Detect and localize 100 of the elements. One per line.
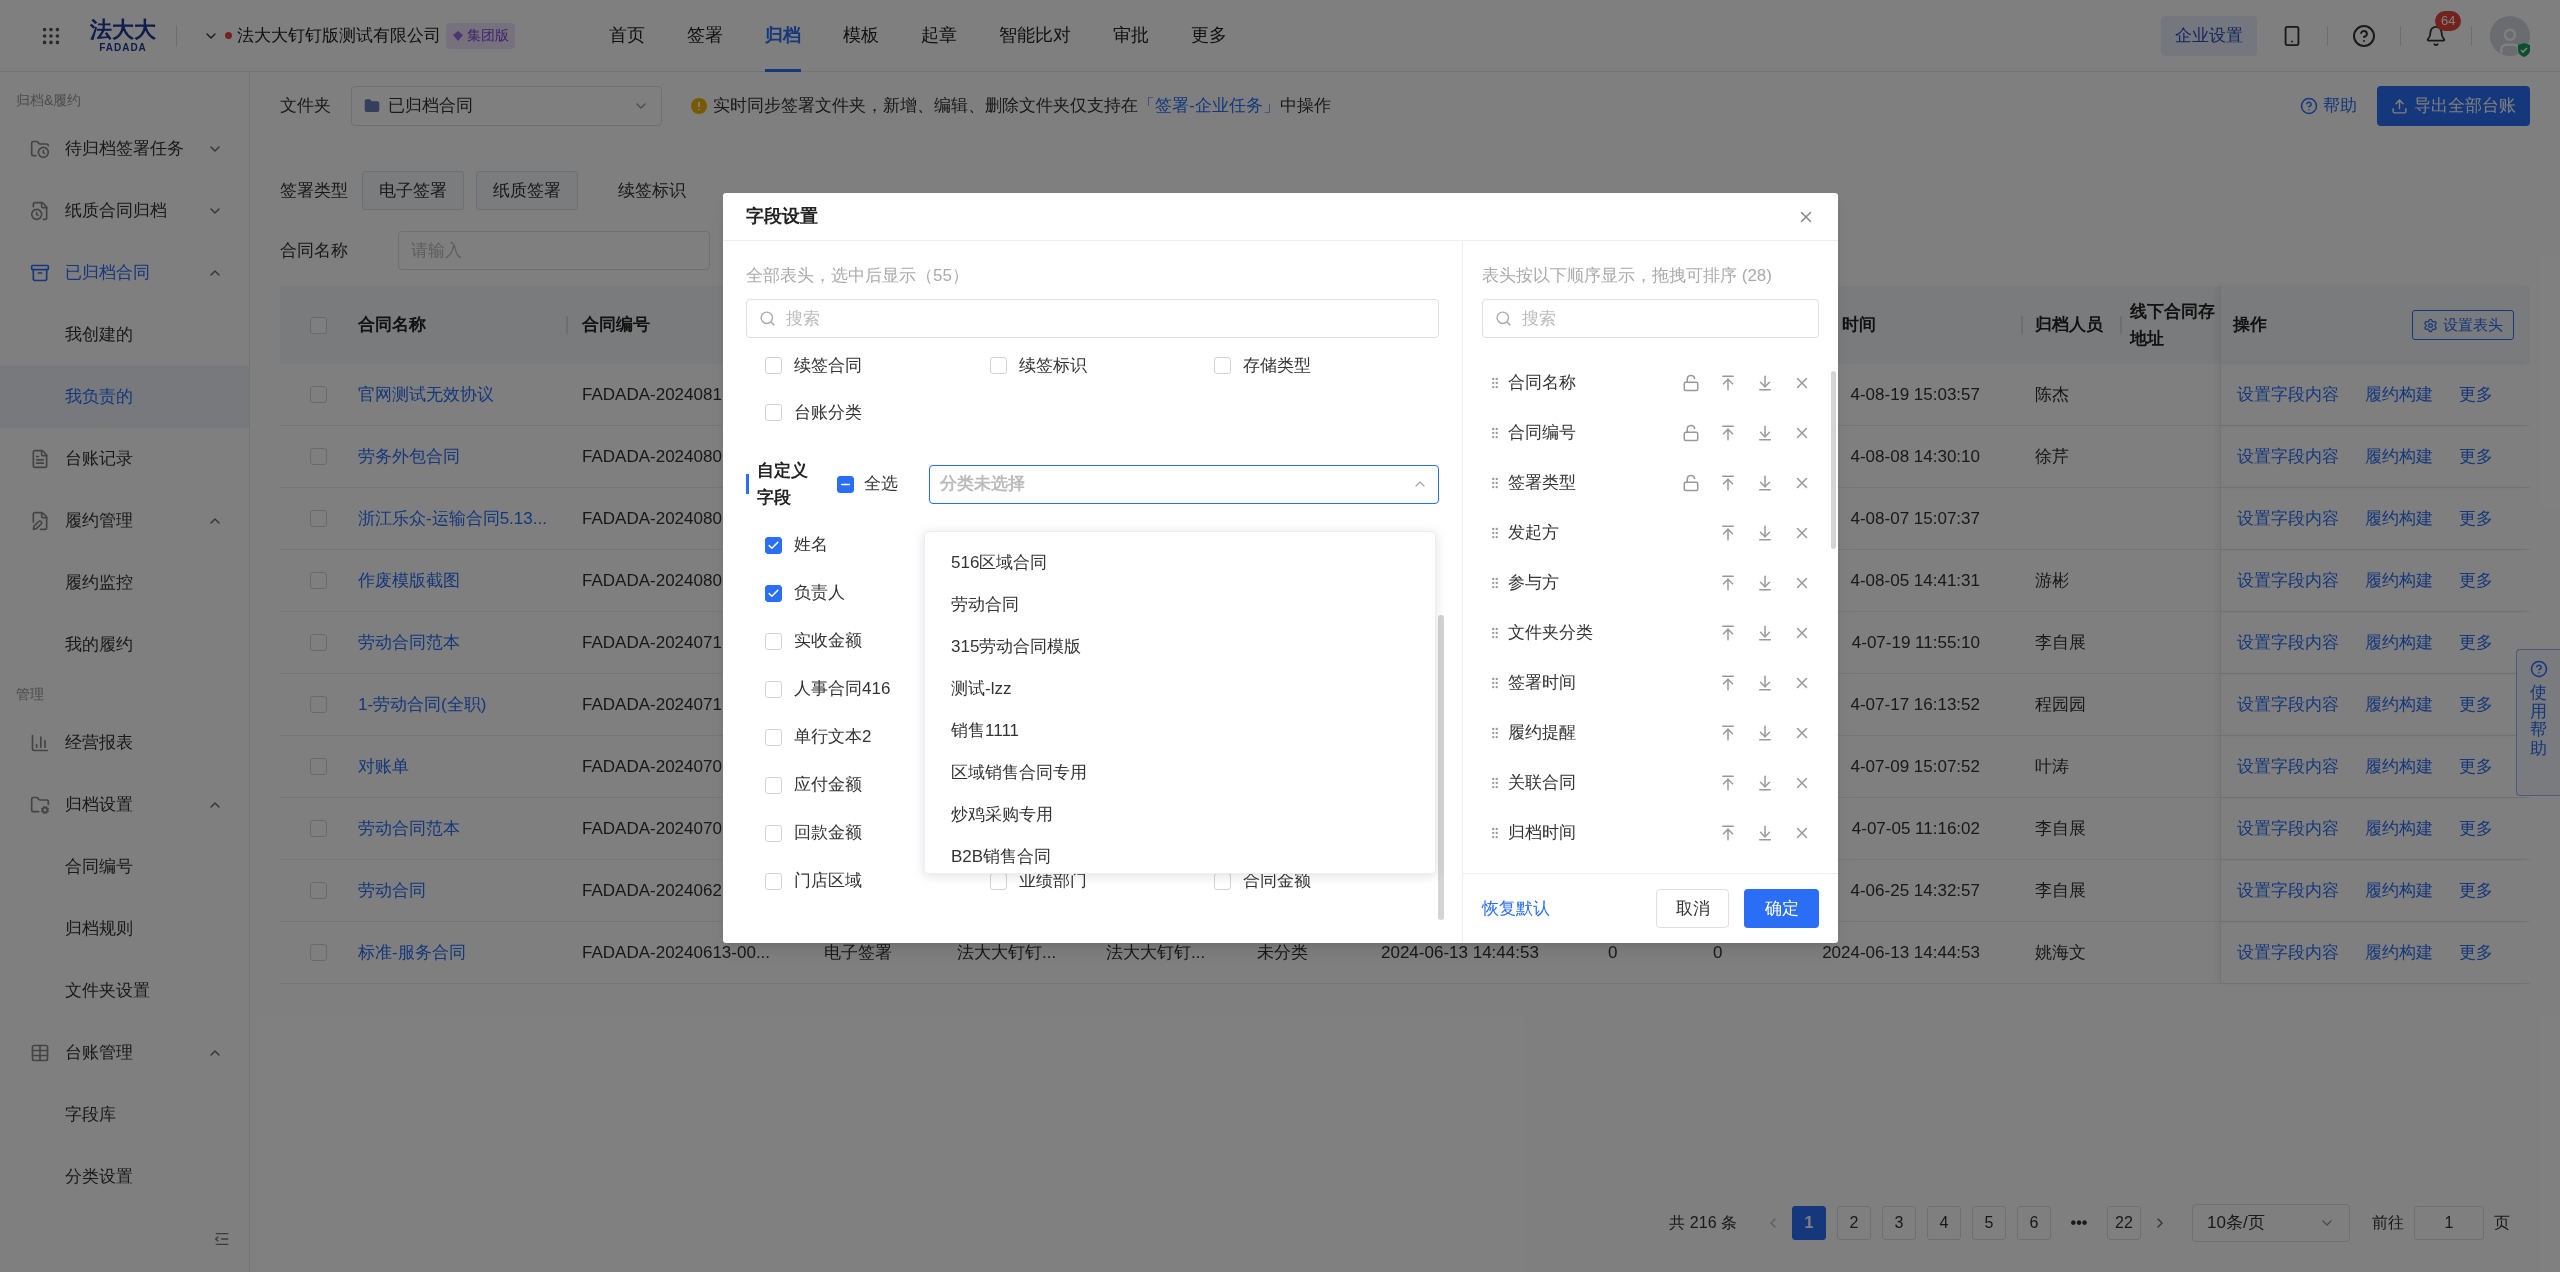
avatar[interactable] — [2490, 15, 2530, 56]
scrollbar[interactable] — [1831, 371, 1836, 549]
sidebar-subitem[interactable]: 履约监控 — [0, 552, 249, 614]
filter-chip[interactable]: 纸质签署 — [476, 171, 578, 210]
move-to-bottom-icon[interactable] — [1756, 424, 1774, 442]
search-field[interactable]: 搜索 — [1482, 299, 1819, 338]
row-action-link[interactable]: 设置字段内容 — [2237, 691, 2339, 718]
row-action-link[interactable]: 设置字段内容 — [2237, 753, 2339, 780]
row-action-link[interactable]: 更多 — [2459, 505, 2493, 532]
sidebar-subitem[interactable]: 我创建的 — [0, 304, 249, 366]
page-button[interactable]: 1 — [1792, 1206, 1826, 1240]
folder-select[interactable]: 已归档合同 — [351, 86, 662, 126]
contract-name-link[interactable]: 劳动合同范本 — [358, 629, 460, 656]
dropdown-option[interactable]: 测试-lzz — [925, 668, 1435, 710]
row-action-link[interactable]: 设置字段内容 — [2237, 815, 2339, 842]
collapse-sidebar-icon[interactable] — [213, 1230, 231, 1248]
move-to-top-icon[interactable] — [1719, 774, 1737, 792]
sidebar-subitem[interactable]: 分类设置 — [0, 1146, 249, 1208]
dropdown-option[interactable]: 销售1111 — [925, 710, 1435, 752]
row-action-link[interactable]: 设置字段内容 — [2237, 505, 2339, 532]
move-to-bottom-icon[interactable] — [1756, 674, 1774, 692]
row-action-link[interactable]: 更多 — [2459, 629, 2493, 656]
page-button[interactable]: 22 — [2107, 1206, 2141, 1240]
row-action-link[interactable]: 设置字段内容 — [2237, 629, 2339, 656]
row-action-link[interactable]: 设置字段内容 — [2237, 381, 2339, 408]
nav-tab[interactable]: 更多 — [1191, 0, 1227, 72]
page-button[interactable]: 6 — [2017, 1206, 2051, 1240]
move-to-top-icon[interactable] — [1719, 474, 1737, 492]
row-action-link[interactable]: 更多 — [2459, 567, 2493, 594]
row-action-link[interactable]: 履约构建 — [2365, 381, 2433, 408]
search-field[interactable]: 搜索 — [746, 299, 1439, 338]
move-to-top-icon[interactable] — [1719, 674, 1737, 692]
help-side-tab[interactable]: 使用帮助 — [2516, 649, 2560, 796]
confirm-button[interactable]: 确定 — [1744, 889, 1819, 928]
sidebar-item[interactable]: 已归档合同 — [0, 242, 249, 304]
row-action-link[interactable]: 设置字段内容 — [2237, 443, 2339, 470]
move-to-top-icon[interactable] — [1719, 824, 1737, 842]
sidebar-item[interactable]: 待归档签署任务 — [0, 118, 249, 180]
filter-chip[interactable]: 电子签署 — [362, 171, 464, 210]
row-action-link[interactable]: 履约构建 — [2365, 877, 2433, 904]
row-action-link[interactable]: 更多 — [2459, 877, 2493, 904]
sidebar-subitem[interactable]: 合同编号 — [0, 836, 249, 898]
sidebar-subitem[interactable]: 我负责的 — [0, 366, 249, 428]
sidebar-subitem[interactable]: 文件夹设置 — [0, 960, 249, 1022]
move-to-top-icon[interactable] — [1719, 624, 1737, 642]
page-button[interactable]: 4 — [1927, 1206, 1961, 1240]
sidebar-subitem[interactable]: 归档规则 — [0, 898, 249, 960]
enterprise-settings-button[interactable]: 企业设置 — [2161, 15, 2257, 56]
nav-tab[interactable]: 智能比对 — [999, 0, 1071, 72]
dropdown-option[interactable]: 炒鸡采购专用 — [925, 794, 1435, 836]
contract-name-link[interactable]: 对账单 — [358, 753, 409, 780]
lock-icon[interactable] — [1682, 374, 1700, 392]
row-action-link[interactable]: 更多 — [2459, 753, 2493, 780]
page-size-select[interactable]: 10条/页 — [2192, 1204, 2350, 1242]
contract-name-link[interactable]: 作废模版截图 — [358, 567, 460, 594]
move-to-top-icon[interactable] — [1719, 724, 1737, 742]
move-to-top-icon[interactable] — [1719, 374, 1737, 392]
row-action-link[interactable]: 履约构建 — [2365, 443, 2433, 470]
row-action-link[interactable]: 更多 — [2459, 443, 2493, 470]
move-to-bottom-icon[interactable] — [1756, 724, 1774, 742]
row-action-link[interactable]: 更多 — [2459, 381, 2493, 408]
dropdown-option[interactable]: 315劳动合同模版 — [925, 626, 1435, 668]
row-action-link[interactable]: 履约构建 — [2365, 567, 2433, 594]
row-action-link[interactable]: 履约构建 — [2365, 629, 2433, 656]
page-button[interactable]: 5 — [1972, 1206, 2006, 1240]
contract-name-link[interactable]: 标准-服务合同 — [358, 939, 466, 966]
dropdown-option[interactable]: 516区域合同 — [925, 542, 1435, 584]
goto-page-input[interactable]: 1 — [2414, 1206, 2484, 1240]
sidebar-item[interactable]: 台账记录 — [0, 428, 249, 490]
row-action-link[interactable]: 履约构建 — [2365, 939, 2433, 966]
nav-tab[interactable]: 审批 — [1113, 0, 1149, 72]
nav-tab[interactable]: 模板 — [843, 0, 879, 72]
header-settings-button[interactable]: 设置表头 — [2412, 310, 2514, 340]
row-action-link[interactable]: 设置字段内容 — [2237, 939, 2339, 966]
move-to-bottom-icon[interactable] — [1756, 374, 1774, 392]
export-button[interactable]: 导出全部台账 — [2377, 86, 2530, 126]
page-button[interactable]: 3 — [1882, 1206, 1916, 1240]
nav-tab[interactable]: 起章 — [921, 0, 957, 72]
restore-defaults-link[interactable]: 恢复默认 — [1482, 895, 1550, 922]
row-action-link[interactable]: 更多 — [2459, 691, 2493, 718]
move-to-bottom-icon[interactable] — [1756, 824, 1774, 842]
move-to-bottom-icon[interactable] — [1756, 574, 1774, 592]
move-to-top-icon[interactable] — [1719, 424, 1737, 442]
contract-name-link[interactable]: 1-劳动合同(全职) — [358, 691, 487, 718]
move-to-bottom-icon[interactable] — [1756, 774, 1774, 792]
row-action-link[interactable]: 更多 — [2459, 939, 2493, 966]
notification-icon[interactable] — [2425, 24, 2447, 47]
lock-icon[interactable] — [1682, 424, 1700, 442]
contract-name-link[interactable]: 浙江乐众-运输合同5.13... — [358, 505, 547, 532]
sidebar-item[interactable]: 台账管理 — [0, 1022, 249, 1084]
contract-name-link[interactable]: 官网测试无效协议 — [358, 381, 494, 408]
scrollbar[interactable] — [1438, 615, 1444, 920]
row-action-link[interactable]: 履约构建 — [2365, 505, 2433, 532]
move-to-bottom-icon[interactable] — [1756, 524, 1774, 542]
row-action-link[interactable]: 履约构建 — [2365, 815, 2433, 842]
nav-tab[interactable]: 首页 — [609, 0, 645, 72]
sidebar-item[interactable]: 纸质合同归档 — [0, 180, 249, 242]
row-action-link[interactable]: 设置字段内容 — [2237, 567, 2339, 594]
row-action-link[interactable]: 履约构建 — [2365, 691, 2433, 718]
sidebar-item[interactable]: 经营报表 — [0, 712, 249, 774]
